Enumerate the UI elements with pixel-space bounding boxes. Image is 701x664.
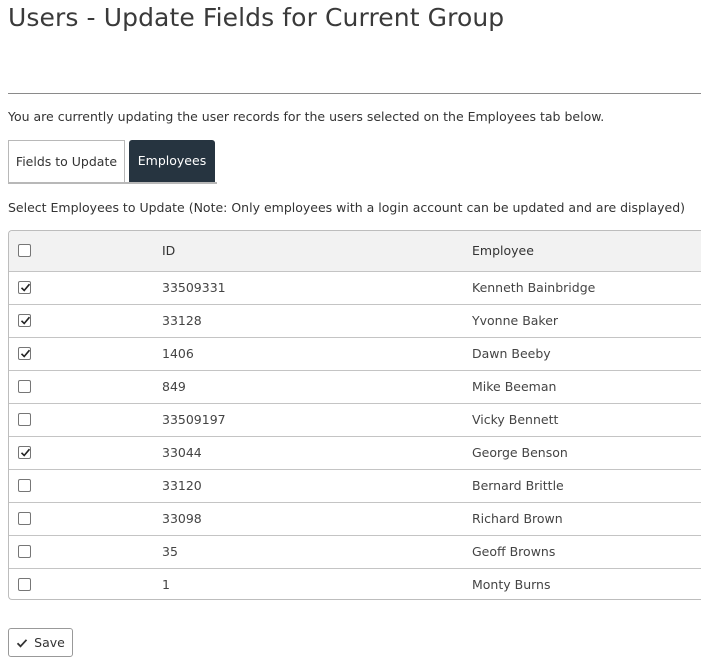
tab-fields-to-update[interactable]: Fields to Update <box>8 140 125 182</box>
row-checkbox[interactable] <box>18 479 31 492</box>
select-all-checkbox[interactable] <box>18 244 31 258</box>
row-checkbox[interactable] <box>18 545 31 558</box>
cell-id: 849 <box>162 369 472 403</box>
cell-id: 33098 <box>162 501 472 535</box>
table-header-row: ID Employee <box>9 231 701 272</box>
cell-id: 33128 <box>162 303 472 337</box>
cell-employee: Vicky Bennett <box>472 402 701 436</box>
checkmark-icon <box>17 638 28 648</box>
cell-id: 33120 <box>162 468 472 502</box>
table-row[interactable]: 1406 Dawn Beeby <box>9 336 701 370</box>
tab-underline <box>8 182 217 184</box>
cell-id: 33044 <box>162 435 472 469</box>
row-checkbox[interactable] <box>18 413 31 426</box>
page-title: Users - Update Fields for Current Group <box>8 3 505 32</box>
table-row[interactable]: 33128 Yvonne Baker <box>9 303 701 337</box>
table-row[interactable]: 1 Monty Burns <box>9 567 701 599</box>
checkmark-icon <box>20 316 31 325</box>
cell-employee: Geoff Browns <box>472 534 701 568</box>
checkmark-icon <box>20 448 31 457</box>
column-header-id[interactable]: ID <box>162 231 472 272</box>
row-checkbox[interactable] <box>18 380 31 393</box>
save-button[interactable]: Save <box>8 628 73 657</box>
cell-employee: George Benson <box>472 435 701 469</box>
cell-id: 33509197 <box>162 402 472 436</box>
title-divider <box>8 93 701 94</box>
row-checkbox[interactable] <box>18 512 31 525</box>
row-checkbox[interactable] <box>18 578 31 592</box>
tab-employees[interactable]: Employees <box>129 140 215 182</box>
row-checkbox[interactable] <box>18 446 31 459</box>
employees-table: ID Employee 33509331 Kenneth Bainbridge 33… <box>8 230 701 600</box>
intro-text: You are currently updating the user reco… <box>8 109 605 124</box>
table-row[interactable]: 33509197 Vicky Bennett <box>9 402 701 436</box>
cell-employee: Mike Beeman <box>472 369 701 403</box>
cell-employee: Richard Brown <box>472 501 701 535</box>
table-row[interactable]: 33098 Richard Brown <box>9 501 701 535</box>
cell-id: 35 <box>162 534 472 568</box>
row-checkbox[interactable] <box>18 314 31 327</box>
cell-id: 1 <box>162 567 472 599</box>
row-checkbox[interactable] <box>18 281 31 294</box>
row-checkbox[interactable] <box>18 347 31 360</box>
select-employees-note: Select Employees to Update (Note: Only e… <box>8 200 686 215</box>
table-row[interactable]: 33044 George Benson <box>9 435 701 469</box>
table-row[interactable]: 33509331 Kenneth Bainbridge <box>9 271 701 304</box>
table-row[interactable]: 33120 Bernard Brittle <box>9 468 701 502</box>
table-row[interactable]: 35 Geoff Browns <box>9 534 701 568</box>
save-button-label: Save <box>34 635 65 650</box>
cell-employee: Kenneth Bainbridge <box>472 280 596 295</box>
cell-id: 33509331 <box>162 280 226 295</box>
cell-employee: Yvonne Baker <box>472 303 701 337</box>
column-header-employee[interactable]: Employee <box>472 231 701 272</box>
checkmark-icon <box>20 283 31 292</box>
cell-employee: Dawn Beeby <box>472 336 701 370</box>
checkmark-icon <box>20 349 31 358</box>
cell-employee: Monty Burns <box>472 567 701 599</box>
cell-id: 1406 <box>162 336 472 370</box>
table-row[interactable]: 849 Mike Beeman <box>9 369 701 403</box>
cell-employee: Bernard Brittle <box>472 468 701 502</box>
